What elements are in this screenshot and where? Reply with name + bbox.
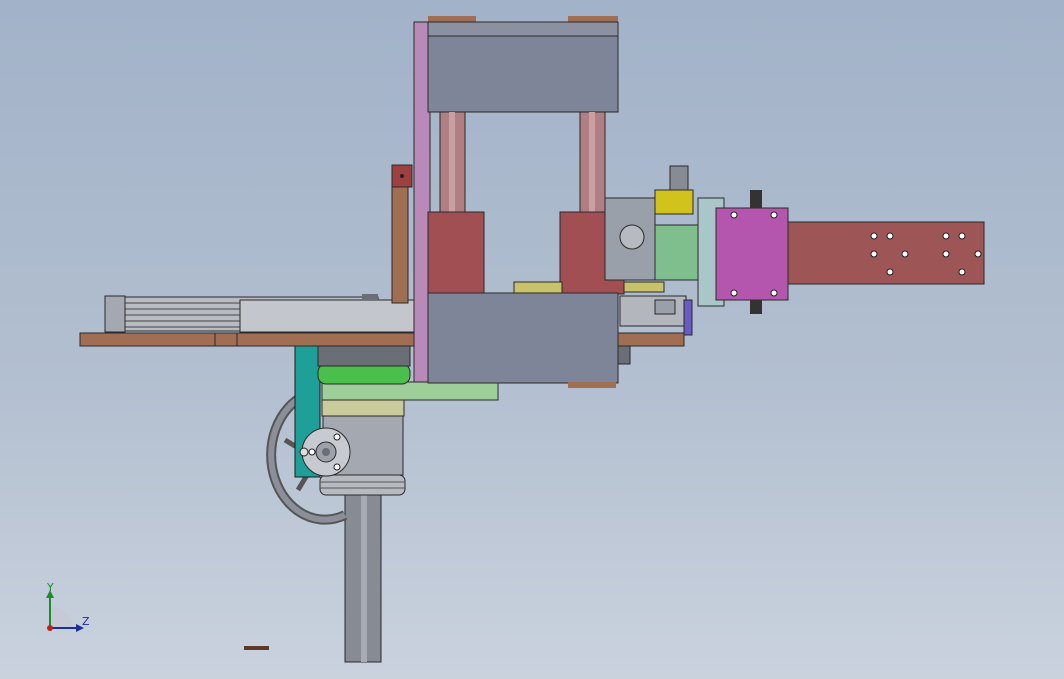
axis-triad [30, 578, 100, 638]
linear-cylinder[interactable] [104, 294, 416, 333]
bottom-plate[interactable] [427, 292, 631, 388]
olive-block [513, 281, 563, 295]
assembly-model[interactable] [0, 0, 1064, 679]
cad-3d-viewport[interactable] [0, 0, 1064, 679]
top-plate[interactable] [427, 16, 619, 113]
wood-strut [391, 182, 409, 304]
olive-spacer [321, 397, 405, 417]
gear-housing[interactable] [715, 190, 789, 314]
right-rail [619, 295, 687, 327]
z-axis-label: Z [82, 615, 90, 628]
floor-marker [244, 646, 269, 650]
manipulator-arm[interactable] [787, 221, 985, 285]
guide-columns[interactable] [439, 111, 606, 213]
green-plate [321, 381, 499, 401]
y-axis-label: Y [47, 581, 54, 594]
x-axis-dot [47, 625, 53, 631]
blue-stop [683, 299, 693, 336]
green-ring[interactable] [317, 363, 411, 385]
vertical-shaft[interactable] [344, 489, 382, 663]
